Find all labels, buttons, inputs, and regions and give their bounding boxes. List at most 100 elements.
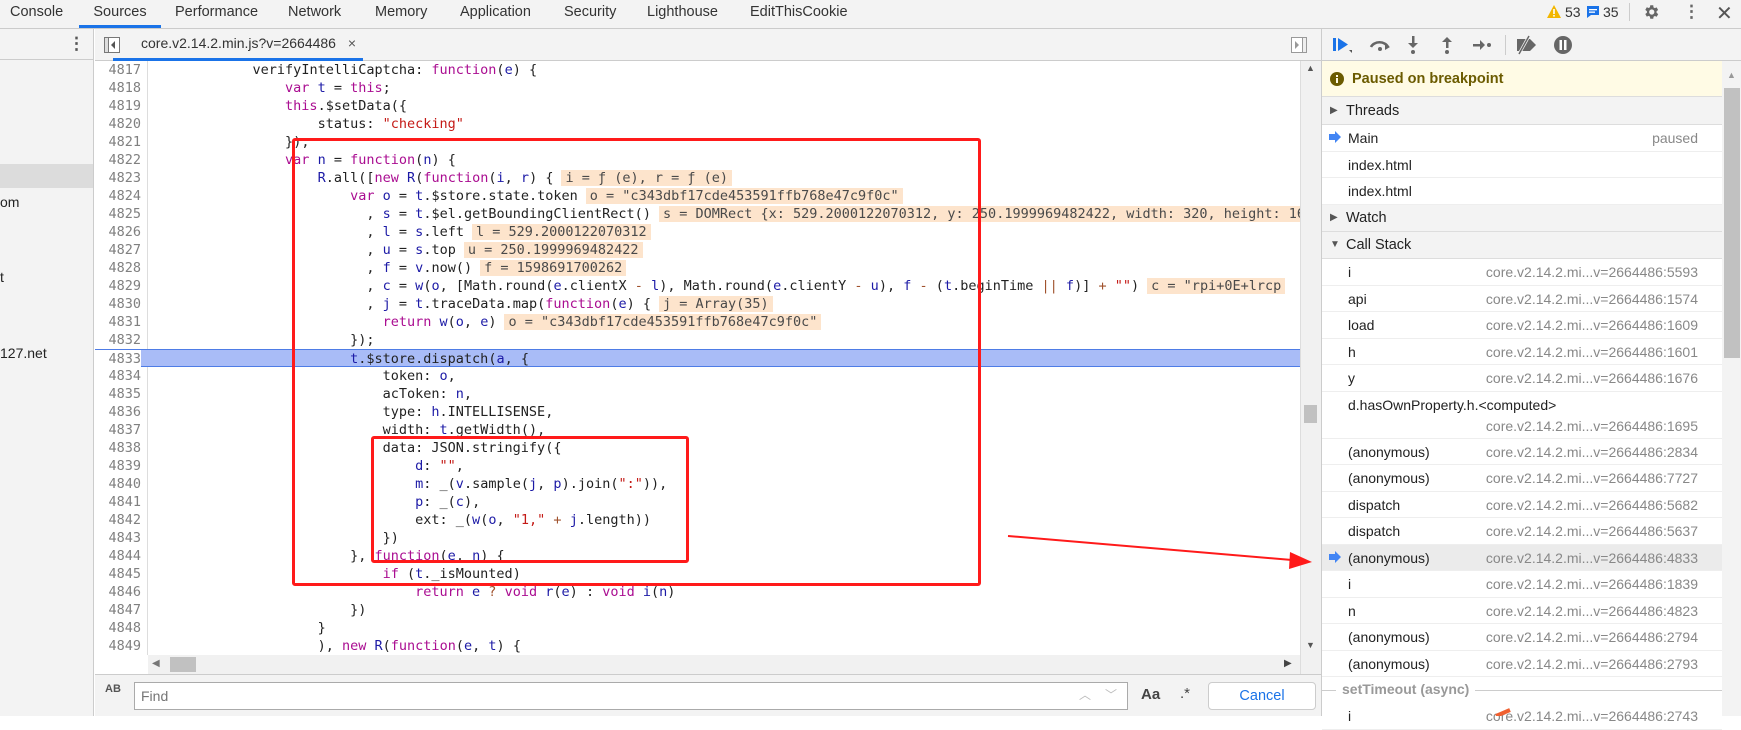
tab-performance[interactable]: Performance	[175, 0, 258, 28]
code-line[interactable]: 4845 if (t._isMounted)	[95, 565, 1300, 583]
close-tab-icon[interactable]: ×	[348, 35, 356, 51]
line-number[interactable]: 4820	[95, 115, 141, 133]
code-line[interactable]: 4818 var t = this;	[95, 79, 1300, 97]
tab-memory[interactable]: Memory	[375, 0, 427, 28]
step-into-icon[interactable]	[1401, 34, 1425, 56]
call-stack-frame[interactable]: api core.v2.14.2.mi...v=2664486:1574	[1322, 285, 1722, 312]
code-line[interactable]: 4825 , s = t.$el.getBoundingClientRect()…	[95, 205, 1300, 223]
code-line-paused[interactable]: 4833 t.$store.dispatch(a, {	[95, 349, 1300, 368]
code-line[interactable]: 4838 data: JSON.stringify({	[95, 439, 1300, 457]
warning-count[interactable]: 53	[1565, 4, 1581, 20]
line-number[interactable]: 4835	[95, 385, 141, 403]
call-stack-frame[interactable]: i core.v2.14.2.mi...v=2664486:5593	[1322, 259, 1722, 286]
tab-application[interactable]: Application	[460, 0, 531, 28]
code-editor[interactable]: 4817 verifyIntelliCaptcha: function(e) {…	[95, 61, 1300, 655]
line-number[interactable]: 4831	[95, 313, 141, 331]
code-line[interactable]: 4820 status: "checking"	[95, 115, 1300, 133]
scroll-left-icon[interactable]: ◀	[152, 658, 160, 669]
tab-network[interactable]: Network	[288, 0, 341, 28]
frame-location[interactable]: core.v2.14.2.mi...v=2664486:7727	[1486, 470, 1698, 486]
frame-location[interactable]: core.v2.14.2.mi...v=2664486:1839	[1486, 576, 1698, 592]
find-next-icon[interactable]: ﹀	[1105, 686, 1117, 703]
scroll-right-icon[interactable]: ▶	[1284, 658, 1292, 669]
code-line[interactable]: 4827 , u = s.top u = 250.1999969482422	[95, 241, 1300, 259]
code-line[interactable]: 4832 });	[95, 331, 1300, 349]
frame-location[interactable]: core.v2.14.2.mi...v=2664486:1695	[1486, 418, 1698, 434]
close-devtools-icon[interactable]: ✕	[1716, 1, 1733, 26]
replace-toggle-icon[interactable]: AB	[105, 684, 125, 695]
threads-section-header[interactable]: ▶ Threads	[1322, 98, 1722, 125]
frame-location[interactable]: core.v2.14.2.mi...v=2664486:5682	[1486, 497, 1698, 513]
call-stack-frame[interactable]: (anonymous) core.v2.14.2.mi...v=2664486:2…	[1322, 624, 1722, 651]
line-number[interactable]: 4837	[95, 421, 141, 439]
call-stack-frame[interactable]: load core.v2.14.2.mi...v=2664486:1609	[1322, 312, 1722, 339]
scroll-up-icon[interactable]: ▲	[1727, 70, 1736, 80]
frame-location[interactable]: core.v2.14.2.mi...v=2664486:2794	[1486, 629, 1698, 645]
line-number[interactable]: 4829	[95, 277, 141, 295]
thread-item[interactable]: Main paused	[1322, 125, 1722, 152]
line-number[interactable]: 4836	[95, 403, 141, 421]
watch-section-header[interactable]: ▶ Watch	[1322, 205, 1722, 232]
tab-sources[interactable]: Sources	[79, 0, 161, 28]
line-number[interactable]: 4849	[95, 637, 141, 655]
scrollbar-thumb[interactable]	[1724, 88, 1740, 358]
call-stack-frame[interactable]: dispatch core.v2.14.2.mi...v=2664486:5682	[1322, 491, 1722, 518]
call-stack-section-header[interactable]: ▼ Call Stack	[1322, 232, 1722, 259]
frame-location[interactable]: core.v2.14.2.mi...v=2664486:1574	[1486, 291, 1698, 307]
code-line[interactable]: 4848 }	[95, 619, 1300, 637]
code-line[interactable]: 4830 , j = t.traceData.map(function(e) {…	[95, 295, 1300, 313]
code-line[interactable]: 4837 width: t.getWidth(),	[95, 421, 1300, 439]
thread-item[interactable]: index.html	[1322, 178, 1722, 205]
navigator-item-selected[interactable]	[0, 164, 93, 188]
code-line[interactable]: 4821 });	[95, 133, 1300, 151]
frame-location[interactable]: core.v2.14.2.mi...v=2664486:1676	[1486, 370, 1698, 386]
code-line[interactable]: 4826 , l = s.left l = 529.2000122070312	[95, 223, 1300, 241]
line-number[interactable]: 4834	[95, 367, 141, 385]
line-number[interactable]: 4819	[95, 97, 141, 115]
navigator-item[interactable]: om	[0, 190, 93, 214]
call-stack-frame[interactable]: dispatch core.v2.14.2.mi...v=2664486:5637	[1322, 518, 1722, 545]
code-line[interactable]: 4824 var o = t.$store.state.token o = "c3…	[95, 187, 1300, 205]
scrollbar-thumb[interactable]	[170, 657, 196, 672]
line-number[interactable]: 4824	[95, 187, 141, 205]
step-icon[interactable]	[1470, 34, 1494, 56]
line-number[interactable]: 4823	[95, 169, 141, 187]
line-number[interactable]: 4846	[95, 583, 141, 601]
editor-horizontal-scrollbar[interactable]: ◀ ▶	[148, 655, 1300, 674]
line-number[interactable]: 4840	[95, 475, 141, 493]
more-icon[interactable]: ⋮	[68, 34, 85, 54]
code-line[interactable]: 4822 var n = function(n) {	[95, 151, 1300, 169]
frame-location[interactable]: core.v2.14.2.mi...v=2664486:4823	[1486, 603, 1698, 619]
call-stack-frame[interactable]: y core.v2.14.2.mi...v=2664486:1676	[1322, 365, 1722, 392]
call-stack-frame[interactable]: i core.v2.14.2.mi...v=2664486:2743	[1322, 703, 1722, 730]
frame-location[interactable]: core.v2.14.2.mi...v=2664486:2793	[1486, 656, 1698, 672]
code-line[interactable]: 4831 return w(o, e) o = "c343dbf17cde4535…	[95, 313, 1300, 331]
code-line[interactable]: 4841 p: _(c),	[95, 493, 1300, 511]
frame-location[interactable]: core.v2.14.2.mi...v=2664486:2743	[1486, 708, 1698, 724]
code-line[interactable]: 4840 m: _(v.sample(j, p).join(":")),	[95, 475, 1300, 493]
code-line[interactable]: 4834 token: o,	[95, 367, 1300, 385]
code-line[interactable]: 4819 this.$setData({	[95, 97, 1300, 115]
call-stack-frame[interactable]: i core.v2.14.2.mi...v=2664486:1839	[1322, 571, 1722, 598]
line-number[interactable]: 4817	[95, 61, 141, 79]
code-line[interactable]: 4843 })	[95, 529, 1300, 547]
line-number[interactable]: 4832	[95, 331, 141, 349]
line-number[interactable]: 4827	[95, 241, 141, 259]
editor-vertical-scrollbar[interactable]: ▲ ▼	[1300, 61, 1321, 680]
line-number[interactable]: 4847	[95, 601, 141, 619]
step-out-icon[interactable]	[1435, 34, 1459, 56]
line-number[interactable]: 4822	[95, 151, 141, 169]
line-number[interactable]: 4842	[95, 511, 141, 529]
navigator-item[interactable]: t	[0, 265, 93, 289]
code-line[interactable]: 4836 type: h.INTELLISENSE,	[95, 403, 1300, 421]
call-stack-frame[interactable]: (anonymous) core.v2.14.2.mi...v=2664486:2…	[1322, 650, 1722, 677]
code-line[interactable]: 4817 verifyIntelliCaptcha: function(e) {	[95, 61, 1300, 79]
tab-lighthouse[interactable]: Lighthouse	[647, 0, 718, 28]
line-number[interactable]: 4830	[95, 295, 141, 313]
frame-location[interactable]: core.v2.14.2.mi...v=2664486:1601	[1486, 344, 1698, 360]
line-number[interactable]: 4844	[95, 547, 141, 565]
line-number[interactable]: 4838	[95, 439, 141, 457]
step-over-icon[interactable]	[1368, 34, 1392, 56]
code-line[interactable]: 4844 }, function(e, n) {	[95, 547, 1300, 565]
tab-console[interactable]: Console	[10, 0, 63, 28]
